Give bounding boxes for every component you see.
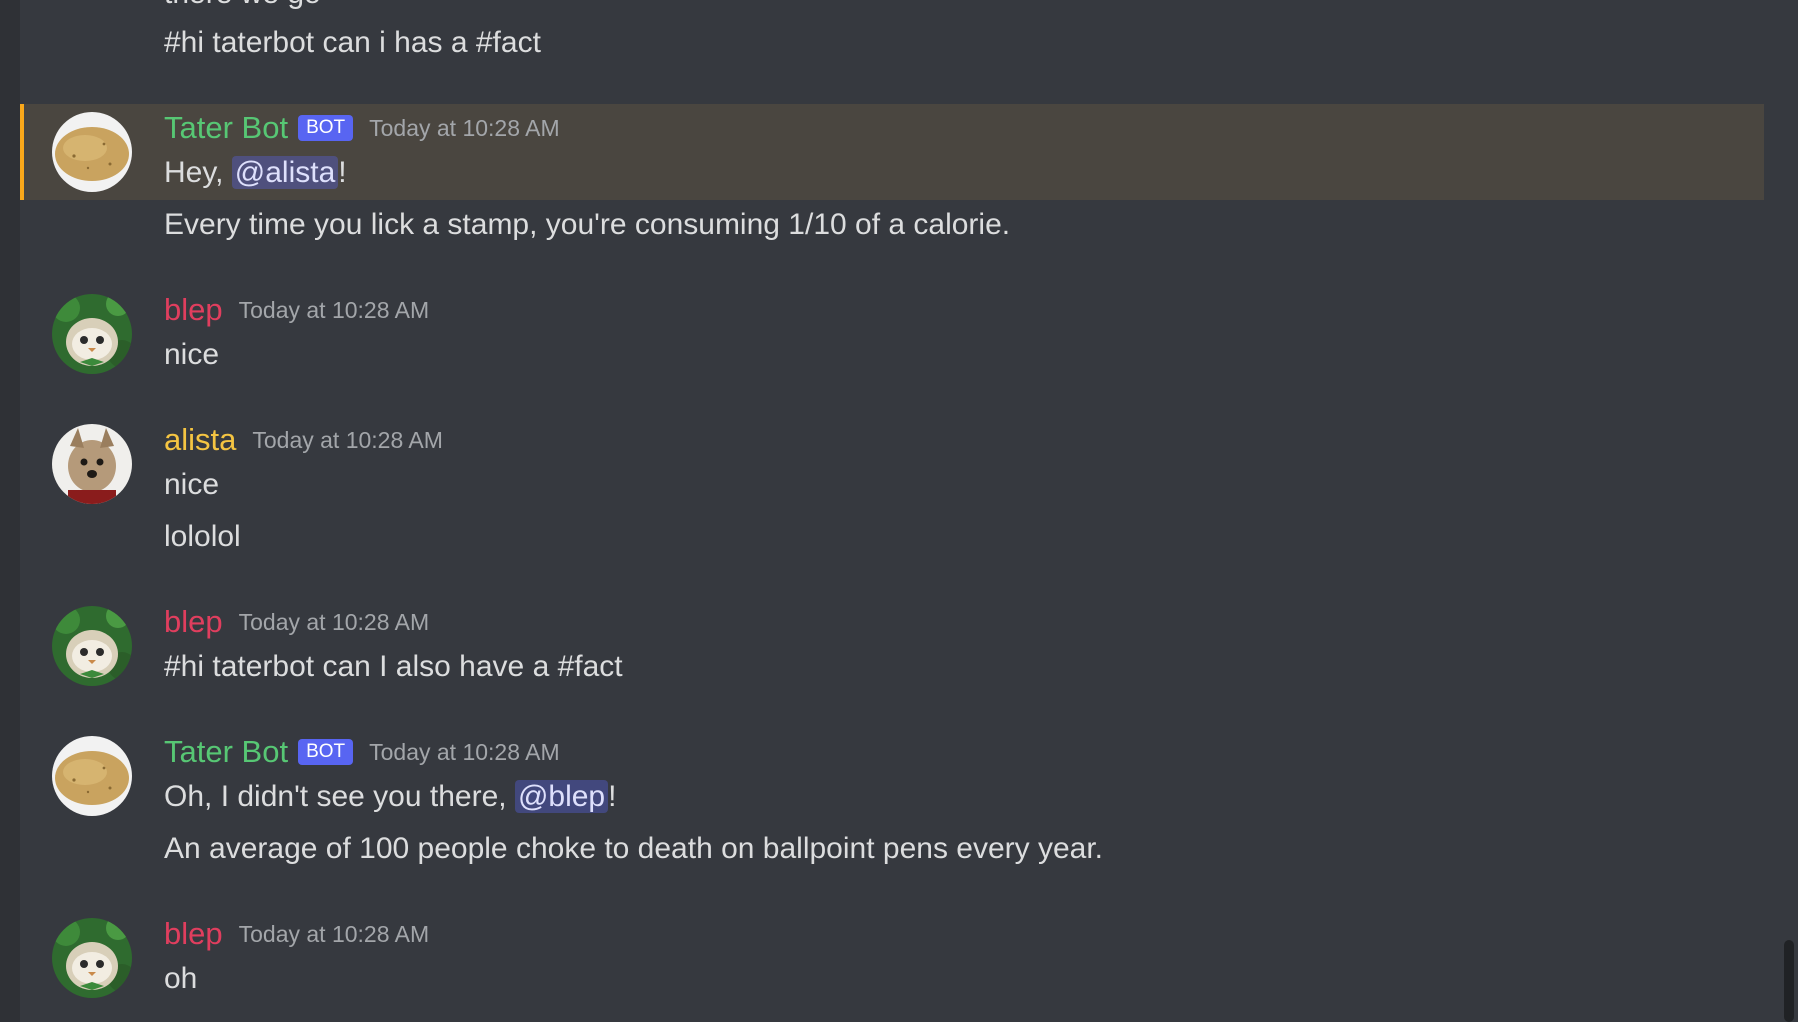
message-list[interactable]: there we go #hi taterbot can i has a #fa…: [20, 0, 1764, 1022]
message-text: Hey,: [164, 156, 232, 189]
user-mention[interactable]: @blep: [514, 780, 609, 813]
username[interactable]: alista: [164, 422, 236, 458]
timestamp[interactable]: Today at 10:28 AM: [239, 916, 430, 952]
timestamp[interactable]: Today at 10:28 AM: [252, 422, 443, 458]
message-line: nice: [164, 338, 220, 371]
username[interactable]: Tater Bot: [164, 110, 288, 146]
message-line: #hi taterbot can I also have a #fact: [164, 650, 623, 683]
potato-avatar[interactable]: [52, 736, 132, 816]
owl-avatar[interactable]: [52, 918, 132, 998]
timestamp[interactable]: Today at 10:28 AM: [369, 110, 560, 146]
potato-avatar[interactable]: [52, 112, 132, 192]
message-line: An average of 100 people choke to death …: [164, 832, 1104, 865]
bot-badge: BOT: [298, 739, 354, 765]
timestamp[interactable]: Today at 10:28 AM: [239, 604, 430, 640]
dog-avatar[interactable]: [52, 424, 132, 504]
message-text: !: [608, 780, 617, 813]
owl-avatar[interactable]: [52, 606, 132, 686]
username[interactable]: Tater Bot: [164, 734, 288, 770]
scrollbar-thumb[interactable]: [1784, 940, 1794, 1022]
timestamp[interactable]: Today at 10:28 AM: [369, 734, 560, 770]
username[interactable]: blep: [164, 916, 223, 952]
bot-badge: BOT: [298, 115, 354, 141]
username[interactable]: blep: [164, 604, 223, 640]
message-text: Oh, I didn't see you there,: [164, 780, 515, 813]
timestamp[interactable]: Today at 10:28 AM: [239, 292, 430, 328]
left-rail: [0, 0, 20, 1022]
user-mention[interactable]: @alista: [231, 156, 339, 189]
message-text: !: [338, 156, 347, 189]
scrollbar[interactable]: [1780, 0, 1798, 1022]
message-line: Hey, @alista!: [164, 153, 347, 193]
message-line: oh: [164, 962, 198, 995]
message-line: there we go: [164, 0, 321, 14]
message-line: nice: [164, 468, 220, 501]
username[interactable]: blep: [164, 292, 223, 328]
message-line: #hi taterbot can i has a #fact: [164, 26, 541, 59]
message-line: Oh, I didn't see you there, @blep!: [164, 777, 616, 817]
message-line: Every time you lick a stamp, you're cons…: [164, 208, 1011, 241]
owl-avatar[interactable]: [52, 294, 132, 374]
message-line: lololol: [164, 520, 241, 553]
